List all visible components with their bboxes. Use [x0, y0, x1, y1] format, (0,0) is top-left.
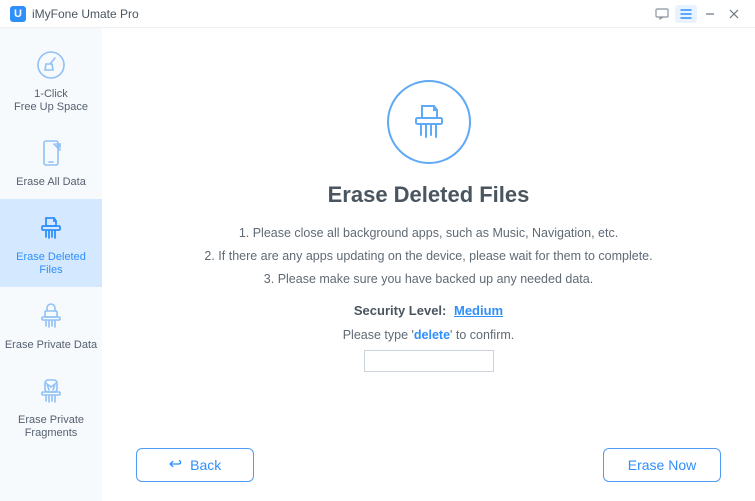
confirm-suffix: ' to confirm.	[450, 328, 514, 342]
shredder-hero-icon	[387, 80, 471, 164]
sidebar-item-free-up-space[interactable]: 1-Click Free Up Space	[0, 36, 102, 124]
instruction-line: 1. Please close all background apps, suc…	[204, 222, 652, 245]
close-button[interactable]	[723, 5, 745, 23]
page-title: Erase Deleted Files	[328, 182, 530, 208]
erase-now-button[interactable]: Erase Now	[603, 448, 721, 482]
confirm-keyword: delete	[414, 328, 450, 342]
app-title: iMyFone Umate Pro	[32, 7, 139, 21]
footer: ↩ Back Erase Now	[132, 441, 725, 501]
back-button-label: Back	[190, 457, 221, 473]
main-panel: Erase Deleted Files 1. Please close all …	[102, 28, 755, 501]
sidebar-item-erase-deleted-files[interactable]: Erase Deleted Files	[0, 199, 102, 287]
minimize-button[interactable]	[699, 5, 721, 23]
security-level-value[interactable]: Medium	[454, 303, 503, 318]
back-button[interactable]: ↩ Back	[136, 448, 254, 482]
app-shredder-icon	[34, 374, 68, 408]
sidebar-item-erase-private-data[interactable]: Erase Private Data	[0, 287, 102, 362]
menu-icon[interactable]	[675, 5, 697, 23]
sidebar-item-label: Erase All Data	[16, 176, 86, 189]
shredder-icon	[34, 211, 68, 245]
instructions: 1. Please close all background apps, suc…	[204, 222, 652, 291]
feedback-icon[interactable]	[651, 5, 673, 23]
erase-device-icon	[34, 136, 68, 170]
sidebar: 1-Click Free Up Space Erase All Data	[0, 28, 102, 501]
lock-shredder-icon	[34, 299, 68, 333]
instruction-line: 3. Please make sure you have backed up a…	[204, 268, 652, 291]
confirm-instruction: Please type 'delete' to confirm.	[343, 328, 515, 342]
back-arrow-icon: ↩	[169, 457, 182, 473]
sidebar-item-label: Erase Private Data	[5, 339, 97, 352]
security-level-row: Security Level: Medium	[354, 303, 503, 318]
sidebar-item-label: Erase Deleted Files	[4, 251, 98, 277]
instruction-line: 2. If there are any apps updating on the…	[204, 245, 652, 268]
security-level-label: Security Level:	[354, 303, 447, 318]
titlebar: U iMyFone Umate Pro	[0, 0, 755, 28]
sidebar-item-erase-all-data[interactable]: Erase All Data	[0, 124, 102, 199]
sidebar-item-label: Erase Private Fragments	[18, 414, 84, 440]
sidebar-item-erase-private-fragments[interactable]: Erase Private Fragments	[0, 362, 102, 450]
confirm-input[interactable]	[364, 350, 494, 372]
erase-now-button-label: Erase Now	[628, 457, 696, 473]
app-logo: U	[10, 6, 26, 22]
confirm-prefix: Please type '	[343, 328, 414, 342]
broom-icon	[34, 48, 68, 82]
sidebar-item-label: 1-Click Free Up Space	[14, 88, 88, 114]
